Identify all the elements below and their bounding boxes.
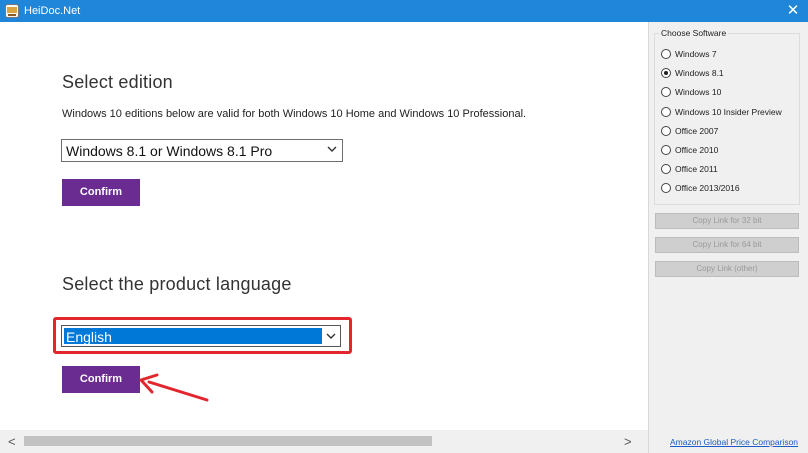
edition-select-value: Windows 8.1 or Windows 8.1 Pro	[66, 143, 273, 159]
scroll-thumb[interactable]	[24, 436, 432, 446]
radio-label: Office 2007	[675, 126, 719, 136]
radio-icon	[661, 164, 671, 174]
chevron-down-icon	[327, 146, 337, 152]
radio-label: Windows 10 Insider Preview	[675, 107, 782, 117]
radio-label: Windows 8.1	[675, 68, 724, 78]
radio-icon	[661, 145, 671, 155]
radio-icon	[661, 183, 671, 193]
confirm-language-button[interactable]: Confirm	[62, 366, 140, 393]
chevron-down-icon	[326, 333, 336, 339]
app-icon	[5, 4, 19, 18]
radio-label: Windows 7	[675, 49, 717, 59]
copy-link-32-button[interactable]: Copy Link for 32 bit	[655, 213, 799, 229]
group-label: Choose Software	[659, 28, 729, 38]
main-content: Select edition Windows 10 editions below…	[0, 22, 648, 430]
confirm-edition-button[interactable]: Confirm	[62, 179, 140, 206]
edition-description: Windows 10 editions below are valid for …	[62, 108, 527, 120]
window-title: HeiDoc.Net	[24, 5, 81, 17]
scroll-left-icon[interactable]: <	[8, 434, 16, 449]
radio-checked-icon	[661, 68, 671, 78]
sidebar: Choose Software Windows 7 Windows 8.1 Wi…	[648, 22, 808, 453]
amazon-price-link[interactable]: Amazon Global Price Comparison	[670, 437, 798, 447]
annotation-arrow-icon	[139, 373, 209, 402]
edition-heading: Select edition	[62, 72, 173, 92]
language-select-value: English	[66, 329, 112, 345]
radio-icon	[661, 126, 671, 136]
software-group: Choose Software Windows 7 Windows 8.1 Wi…	[654, 28, 800, 205]
copy-link-64-button[interactable]: Copy Link for 64 bit	[655, 237, 799, 253]
language-select[interactable]: English	[61, 325, 341, 347]
radio-icon	[661, 107, 671, 117]
radio-label: Office 2010	[675, 145, 719, 155]
edition-select[interactable]: Windows 8.1 or Windows 8.1 Pro	[61, 139, 343, 162]
dropdown-button[interactable]	[324, 328, 338, 344]
horizontal-scrollbar[interactable]: < >	[0, 430, 648, 453]
scroll-right-icon[interactable]: >	[624, 434, 632, 449]
radio-label: Office 2011	[675, 164, 718, 174]
close-icon[interactable]: ✕	[778, 0, 808, 22]
radio-label: Windows 10	[675, 87, 722, 97]
radio-label: Office 2013/2016	[675, 183, 740, 193]
title-bar: HeiDoc.Net ✕	[0, 0, 808, 22]
radio-icon	[661, 87, 671, 97]
radio-icon	[661, 49, 671, 59]
copy-link-other-button[interactable]: Copy Link (other)	[655, 261, 799, 277]
language-heading: Select the product language	[62, 274, 292, 294]
